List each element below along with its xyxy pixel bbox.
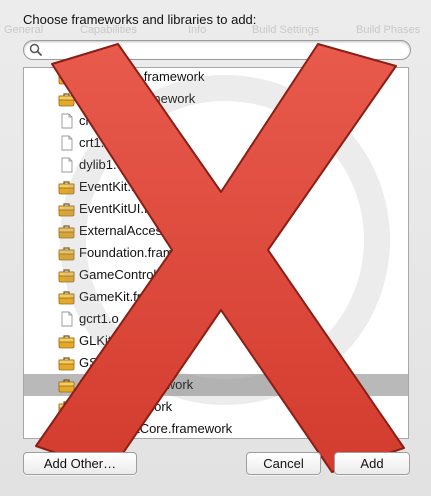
file-icon	[58, 135, 75, 151]
framework-icon	[58, 355, 75, 371]
framework-icon	[58, 399, 75, 415]
framework-icon	[58, 91, 75, 107]
add-other-button[interactable]: Add Other…	[23, 452, 137, 475]
framework-icon	[58, 377, 75, 393]
dialog-title: Choose frameworks and libraries to add:	[23, 12, 257, 27]
list-item-label: JavaScriptCore.framework	[79, 421, 233, 436]
tab-build-settings: Build Settings	[252, 24, 320, 36]
search-icon	[29, 43, 43, 57]
tab-build-phases: Build Phases	[356, 24, 421, 36]
cancel-button[interactable]: Cancel	[246, 452, 321, 475]
framework-icon	[58, 421, 75, 437]
file-icon	[58, 113, 75, 129]
search-field[interactable]	[23, 40, 411, 60]
file-icon	[58, 311, 75, 327]
add-button[interactable]: Add	[334, 452, 410, 475]
list-item-label: IOKit.framework	[79, 399, 173, 414]
file-icon	[58, 157, 75, 173]
background-watermark	[60, 75, 390, 405]
framework-icon	[58, 333, 75, 349]
list-item[interactable]: JavaScriptCore.framework	[24, 418, 408, 438]
framework-icon	[58, 69, 75, 85]
